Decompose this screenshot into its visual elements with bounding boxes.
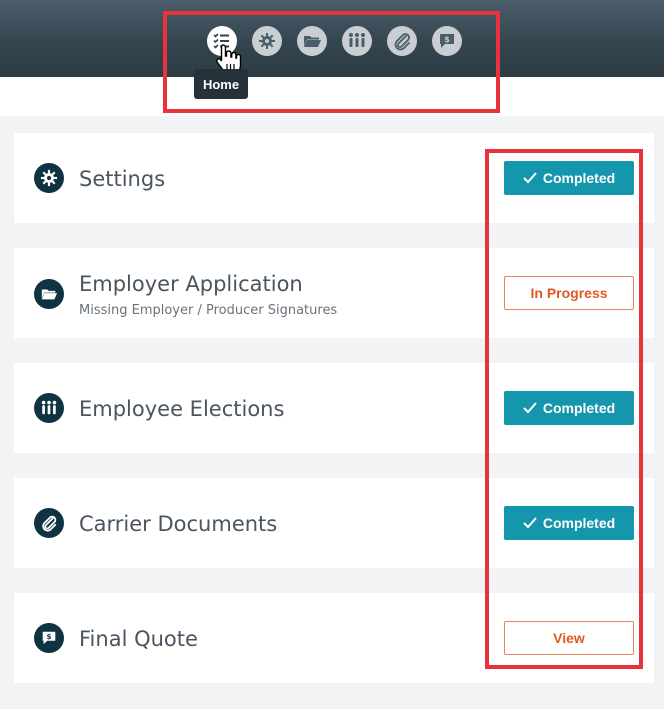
nav-dollar-chat-icon[interactable]: $ [432,26,462,56]
gear-icon [34,163,64,193]
status-label: Completed [542,515,616,531]
top-nav-bar: $ [0,0,664,77]
paperclip-icon [34,508,64,538]
nav-folder-icon[interactable] [297,26,327,56]
task-card-settings: Settings Completed [14,133,654,223]
card-title: Employer Application [79,272,303,296]
nav-icon-group: $ [207,26,462,56]
home-tooltip: Home [194,69,248,99]
status-in-progress-button[interactable]: In Progress [504,276,634,310]
task-card-employer-application: Employer Application Missing Employer / … [14,248,654,338]
card-title: Final Quote [79,627,198,651]
svg-text:$: $ [46,632,51,641]
check-icon [523,402,537,414]
card-title: Employee Elections [79,397,285,421]
task-card-employee-elections: Employee Elections Completed [14,363,654,453]
check-icon [523,517,537,529]
dollar-chat-icon: $ [34,623,64,653]
check-icon [523,172,537,184]
nav-people-icon[interactable] [342,26,372,56]
status-completed-button[interactable]: Completed [504,161,634,195]
nav-gear-icon[interactable] [252,26,282,56]
status-label: View [553,630,585,646]
svg-text:$: $ [444,35,450,44]
card-title: Settings [79,167,166,191]
status-label: In Progress [530,285,608,301]
view-button[interactable]: View [504,621,634,655]
status-label: Completed [542,400,616,416]
header-spacer [0,77,664,116]
card-title: Carrier Documents [79,512,278,536]
nav-paperclip-icon[interactable] [387,26,417,56]
people-icon [34,393,64,423]
status-label: Completed [542,170,616,186]
card-subtitle: Missing Employer / Producer Signatures [79,303,338,318]
folder-icon [34,279,64,309]
task-card-final-quote: $ Final Quote View [14,593,654,683]
task-card-carrier-documents: Carrier Documents Completed [14,478,654,568]
status-completed-button[interactable]: Completed [504,506,634,540]
status-completed-button[interactable]: Completed [504,391,634,425]
